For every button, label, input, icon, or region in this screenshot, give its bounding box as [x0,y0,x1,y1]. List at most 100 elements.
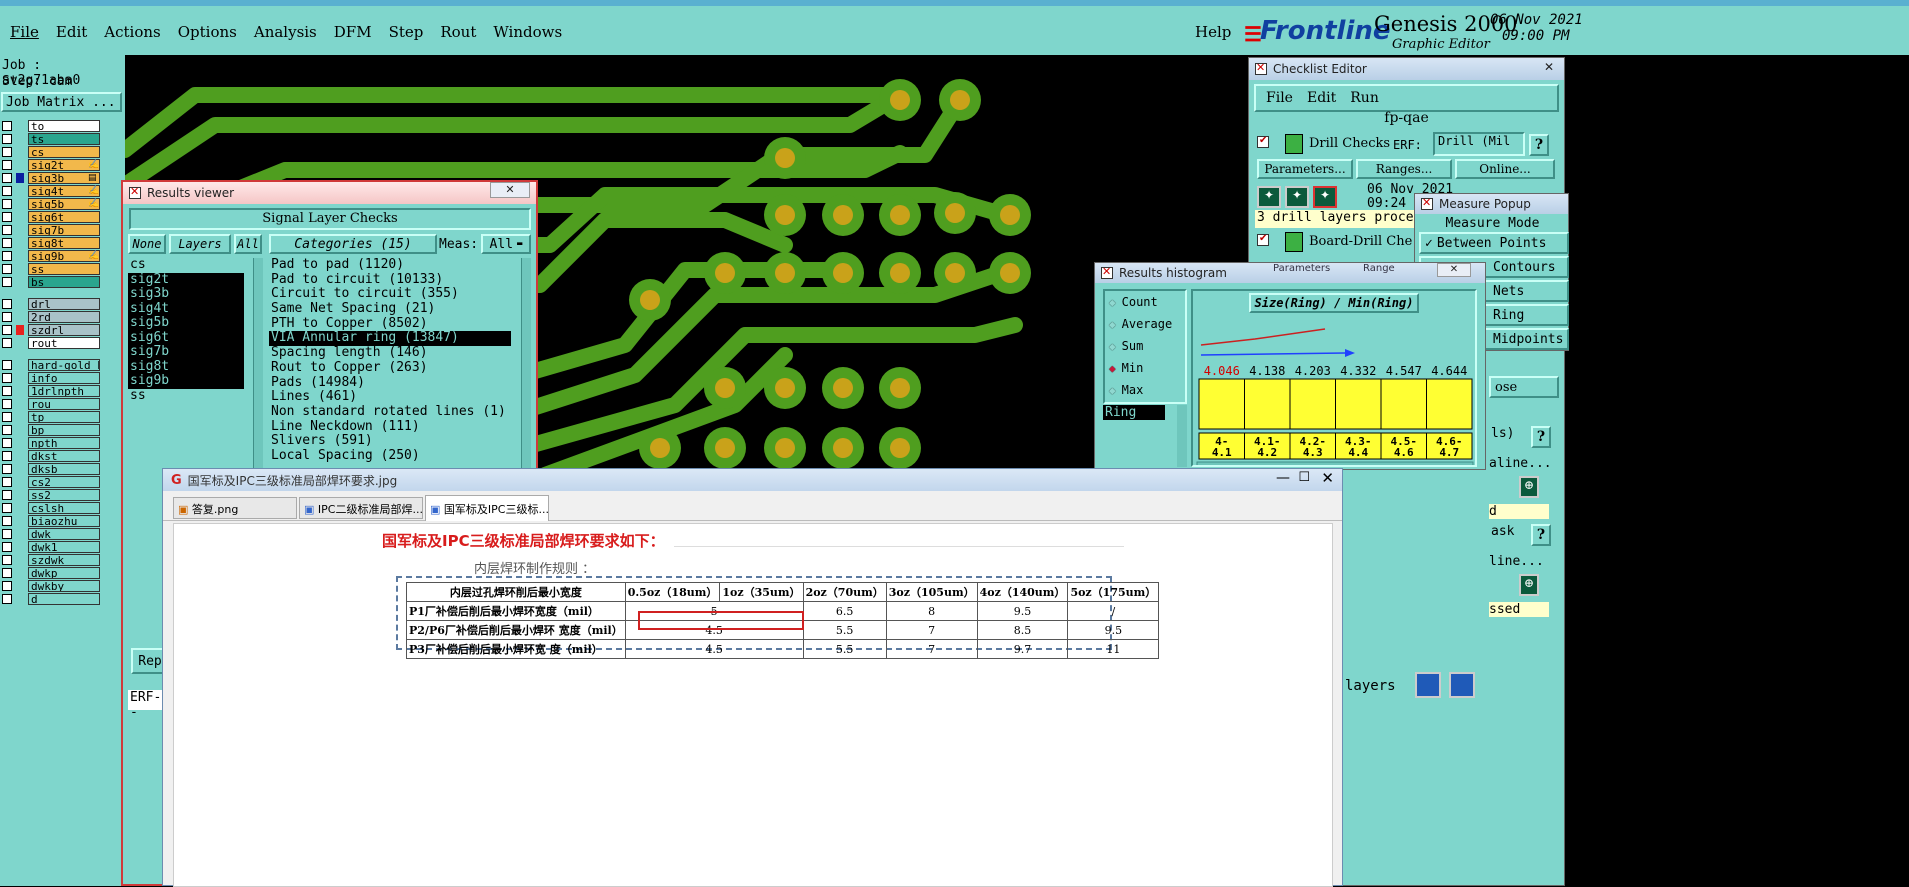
ranges-button[interactable]: Ranges... [1356,159,1452,179]
category-item[interactable]: Circuit to circuit (355) [269,287,519,302]
close-button[interactable]: ose [1489,376,1559,398]
erf-field[interactable]: Drill (Mil [1433,132,1525,156]
layer-checkbox[interactable] [2,324,12,335]
close-icon[interactable]: ✕ [1437,263,1471,277]
layer-checkbox[interactable] [2,411,12,422]
layer-row[interactable]: sig3b ▤ [2,171,100,184]
category-item[interactable]: Pad to pad (1120) [269,258,519,273]
drill-checks-checkbox[interactable]: ✔ [1257,135,1269,148]
histogram-bar[interactable] [1198,378,1245,430]
layer-checkbox[interactable] [2,172,12,183]
layer-row[interactable]: sig5b ✍ [2,197,100,210]
layers-button[interactable]: Layers [169,234,231,254]
help-button-2[interactable]: ? [1531,426,1551,448]
layer-checkbox[interactable] [2,159,12,170]
layer-row[interactable]: info [2,371,100,384]
layer-checkbox[interactable] [2,515,12,526]
layer-row[interactable]: szdrl [2,323,100,336]
stat-radio[interactable]: ◆ Count [1105,291,1185,313]
result-layer-item[interactable]: ss [128,388,244,404]
layers-button[interactable]: layers [1345,678,1396,694]
layer-row[interactable]: cs2 [2,475,100,488]
category-item[interactable]: Non standard rotated lines (1) [269,405,519,420]
online-button[interactable]: Online... [1455,159,1555,179]
layers-icon-1[interactable] [1415,672,1441,698]
stat-radio[interactable]: ◆ Sum [1105,335,1185,357]
stat-radio[interactable]: ◆ Max [1105,379,1185,401]
result-layer-item[interactable]: sig3b [128,287,244,302]
all-button[interactable]: All [234,234,262,254]
ring-item[interactable]: Ring [1103,405,1165,420]
layer-row[interactable]: dkst [2,449,100,462]
layer-checkbox[interactable] [2,372,12,383]
layer-checkbox[interactable] [2,476,12,487]
menu-step[interactable]: Step [389,23,424,41]
layer-checkbox[interactable] [2,276,12,287]
meas-select[interactable]: All ▬ [481,234,531,254]
layer-checkbox[interactable] [2,450,12,461]
layer-row[interactable]: 2rd [2,310,100,323]
layer-row[interactable]: sig2t ✍ [2,158,100,171]
histogram-bar[interactable] [1380,378,1427,430]
layer-row[interactable]: dwkp [2,566,100,579]
result-layer-item[interactable]: sig5b [128,316,244,331]
layer-row[interactable]: npth [2,436,100,449]
category-item[interactable]: Slivers (591) [269,434,519,449]
run-check-icon[interactable]: ✦ [1257,186,1281,208]
histogram-bar[interactable] [1335,378,1382,430]
viewer-tab-1[interactable]: ▣ 答复.png [173,497,297,519]
layer-row[interactable]: biaozhu [2,514,100,527]
result-layer-item[interactable]: sig7b [128,345,244,360]
close-icon[interactable]: ✕ [490,182,530,198]
close-icon[interactable]: ✕ [1540,60,1558,74]
menu-dfm[interactable]: DFM [334,23,372,41]
viewer-tab-3[interactable]: ▣ 国军标及IPC三级标... [425,495,549,521]
menu-windows[interactable]: Windows [493,23,562,41]
close-icon[interactable]: ✕ [1321,469,1334,487]
checklist-menu-run[interactable]: Run [1350,90,1379,106]
layer-row[interactable]: dwkby [2,579,100,592]
category-item[interactable]: Pads (14984) [269,375,519,391]
layer-row[interactable]: rou [2,397,100,410]
category-item[interactable]: PTH to Copper (8502) [269,316,519,332]
layer-checkbox[interactable] [2,198,12,209]
layer-checkbox[interactable] [2,311,12,322]
menu-actions[interactable]: Actions [104,23,160,41]
category-item[interactable]: Local Spacing (250) [269,449,519,464]
layer-checkbox[interactable] [2,554,12,565]
menu-help[interactable]: Help [1195,23,1231,41]
histogram-scrollbar[interactable] [1196,461,1474,465]
layer-checkbox[interactable] [2,224,12,235]
result-layer-item[interactable]: sig9b [128,374,244,389]
layer-checkbox[interactable] [2,250,12,261]
checklist-menu-file[interactable]: File [1266,90,1293,106]
layer-row[interactable]: dwk [2,527,100,540]
layer-row[interactable]: sig9b ✍ [2,249,100,262]
result-layer-item[interactable]: sig4t [128,301,244,316]
side-label-2[interactable]: aline... [1489,456,1552,471]
layer-checkbox[interactable] [2,541,12,552]
layer-row[interactable]: sig8t [2,236,100,249]
layer-row[interactable]: ss [2,262,100,275]
maximize-icon[interactable]: ☐ [1298,470,1310,485]
layers-icon-2[interactable] [1449,672,1475,698]
layer-row[interactable]: sig4t ✍ [2,184,100,197]
layer-checkbox[interactable] [2,237,12,248]
board-drill-checkbox[interactable]: ✔ [1257,233,1269,246]
menu-file[interactable]: File [10,23,39,41]
show-results-icon[interactable]: ✦ [1285,186,1309,208]
categories-button[interactable]: Categories (15) [269,234,437,254]
layer-checkbox[interactable] [2,263,12,274]
stat-radio[interactable]: ◆ Min [1105,357,1185,379]
layer-row[interactable]: to [2,119,100,132]
layer-checkbox[interactable] [2,337,12,348]
menu-options[interactable]: Options [178,23,237,41]
category-item[interactable]: Rout to Copper (263) [269,360,519,376]
zoom-icon-2[interactable]: ⊕ [1519,574,1539,596]
layer-checkbox[interactable] [2,185,12,196]
category-item[interactable]: Lines (461) [269,390,519,405]
layer-row[interactable]: ts [2,132,100,145]
minimize-icon[interactable]: — [1276,470,1290,486]
layer-checkbox[interactable] [2,298,12,309]
layer-checkbox[interactable] [2,593,12,604]
